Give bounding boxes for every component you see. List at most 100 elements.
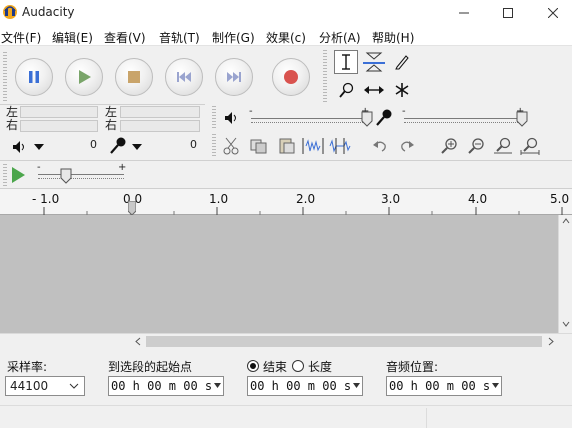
speed-slider-scale (38, 178, 124, 179)
menu-analyze[interactable]: 分析(A) (319, 29, 361, 46)
play-meter-right-bar[interactable] (20, 120, 98, 132)
menu-view[interactable]: 查看(V) (104, 29, 146, 46)
output-volume-thumb[interactable] (361, 111, 373, 127)
minimize-button[interactable] (441, 0, 487, 26)
envelope-icon (363, 52, 385, 72)
speed-slider-track[interactable] (38, 174, 124, 175)
horizontal-scrollbar[interactable] (0, 333, 572, 349)
maximize-icon (503, 8, 513, 18)
copy-button[interactable] (247, 134, 271, 158)
end-radio[interactable] (247, 360, 259, 372)
menu-tracks[interactable]: 音轨(T) (159, 29, 200, 46)
trim-button[interactable] (301, 134, 325, 158)
fit-selection-icon (494, 137, 512, 154)
maximize-button[interactable] (485, 0, 531, 26)
fit-project-button[interactable] (518, 134, 542, 158)
edit-grip[interactable] (212, 134, 216, 158)
play-meter-right-label: 右 (6, 118, 19, 132)
end-radio-dot (250, 363, 256, 369)
horizontal-scroll-thumb[interactable] (146, 336, 542, 347)
zoom-out-button[interactable] (464, 134, 488, 158)
speed-slider-thumb[interactable] (60, 168, 72, 184)
meter-divider (0, 104, 205, 105)
zoom-out-icon (468, 138, 484, 154)
menu-help[interactable]: 帮助(H) (372, 29, 414, 46)
silence-audio-icon (329, 138, 351, 154)
scroll-up-icon[interactable] (562, 218, 570, 224)
envelope-tool-button[interactable] (362, 50, 386, 74)
close-button[interactable] (530, 0, 572, 26)
menu-generate[interactable]: 制作(G) (212, 29, 255, 46)
timeshift-tool-button[interactable] (362, 78, 386, 102)
input-volume-thumb[interactable] (516, 111, 528, 127)
rec-meter-right-label: 右 (105, 118, 118, 132)
menu-bar: 文件(F) 编辑(E) 查看(V) 音轨(T) 制作(G) 效果(c) 分析(A… (0, 26, 572, 46)
audacity-logo-icon (3, 5, 17, 19)
redo-button[interactable] (395, 134, 419, 158)
length-label: 长度 (308, 360, 333, 374)
output-volume-scale (251, 122, 367, 123)
timeline-ruler[interactable]: - 1.0 0.0 1.0 2.0 3.0 4.0 5.0 (0, 188, 572, 215)
zoom-tool-button[interactable] (334, 78, 358, 102)
ruler-tick-marks (43, 207, 563, 215)
audio-position-label: 音频位置: (386, 360, 439, 374)
time-format-dropdown-icon[interactable] (353, 383, 360, 388)
menu-effect[interactable]: 效果(c) (266, 29, 306, 46)
length-radio[interactable] (292, 360, 304, 372)
mixer-grip[interactable] (212, 106, 216, 130)
paste-button[interactable] (275, 134, 299, 158)
play-at-speed-grip[interactable] (3, 164, 7, 186)
pause-button[interactable] (15, 58, 53, 96)
input-volume-track[interactable] (404, 118, 522, 119)
skip-end-icon (227, 72, 241, 82)
play-button[interactable] (65, 58, 103, 96)
undo-icon (373, 141, 386, 152)
scroll-down-icon[interactable] (562, 321, 570, 327)
status-separator (426, 408, 427, 428)
rec-meter-left-bar[interactable] (120, 106, 200, 118)
track-panel[interactable] (0, 215, 572, 333)
menu-edit[interactable]: 编辑(E) (52, 29, 93, 46)
input-volume-scale (404, 122, 522, 123)
sample-rate-select[interactable]: 44100 (5, 376, 85, 396)
menu-file[interactable]: 文件(F) (1, 29, 41, 46)
playhead-marker-icon[interactable] (128, 201, 136, 215)
stop-icon (128, 71, 140, 83)
scroll-left-icon[interactable] (135, 337, 141, 346)
tools-grip[interactable] (323, 50, 327, 102)
draw-tool-button[interactable] (390, 50, 414, 74)
microphone-icon (110, 137, 126, 154)
transport-grip[interactable] (3, 52, 7, 102)
selection-tool-button[interactable] (334, 50, 358, 74)
record-icon (284, 70, 298, 84)
time-format-dropdown-icon[interactable] (214, 383, 221, 388)
silence-button[interactable] (328, 134, 352, 158)
selection-end-time[interactable]: 00 h 00 m 00 s (247, 376, 363, 396)
play-meter-left-bar[interactable] (20, 106, 98, 118)
fit-project-icon (520, 137, 540, 155)
play-at-speed-icon[interactable] (10, 166, 26, 184)
sample-rate-label: 采样率: (7, 360, 48, 374)
time-format-dropdown-icon[interactable] (492, 383, 499, 388)
minimize-icon (459, 12, 469, 14)
audio-position-time[interactable]: 00 h 00 m 00 s (386, 376, 502, 396)
fit-selection-button[interactable] (491, 134, 515, 158)
record-button[interactable] (272, 58, 310, 96)
undo-button[interactable] (368, 134, 392, 158)
play-meter-left-label: 左 (6, 105, 19, 119)
chevron-down-icon (69, 383, 79, 389)
rec-meter-dropdown-icon[interactable] (131, 143, 143, 151)
scroll-right-icon[interactable] (548, 337, 554, 346)
skip-to-start-button[interactable] (165, 58, 203, 96)
selection-start-time[interactable]: 00 h 00 m 00 s (108, 376, 224, 396)
paste-icon (279, 138, 295, 154)
play-meter-dropdown-icon[interactable] (33, 143, 45, 151)
cut-button[interactable] (219, 134, 243, 158)
multi-tool-button[interactable] (390, 78, 414, 102)
skip-to-end-button[interactable] (215, 58, 253, 96)
stop-button[interactable] (115, 58, 153, 96)
output-volume-track[interactable] (251, 118, 367, 119)
rec-meter-right-bar[interactable] (120, 120, 200, 132)
vertical-scrollbar[interactable] (558, 215, 572, 333)
zoom-in-button[interactable] (437, 134, 461, 158)
